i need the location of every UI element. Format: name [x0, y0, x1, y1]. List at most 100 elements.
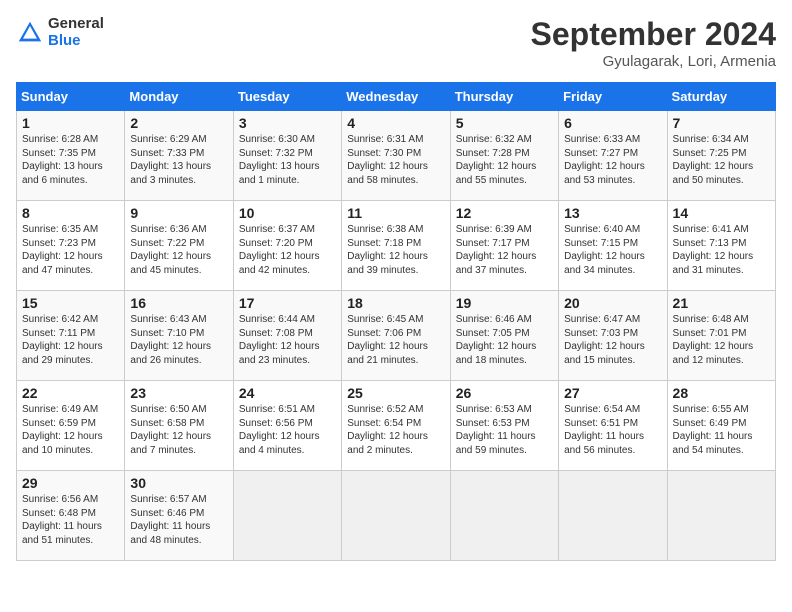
- calendar-day-cell: 2 Sunrise: 6:29 AMSunset: 7:33 PMDayligh…: [125, 111, 233, 201]
- calendar-day-cell: 14 Sunrise: 6:41 AMSunset: 7:13 PMDaylig…: [667, 201, 775, 291]
- day-number: 9: [130, 205, 227, 221]
- calendar-day-cell: 11 Sunrise: 6:38 AMSunset: 7:18 PMDaylig…: [342, 201, 450, 291]
- logo: General Blue: [16, 16, 104, 49]
- day-info: Sunrise: 6:30 AMSunset: 7:32 PMDaylight:…: [239, 134, 320, 186]
- day-number: 22: [22, 385, 119, 401]
- day-number: 10: [239, 205, 336, 221]
- day-number: 5: [456, 115, 553, 131]
- day-info: Sunrise: 6:31 AMSunset: 7:30 PMDaylight:…: [347, 134, 428, 186]
- day-info: Sunrise: 6:36 AMSunset: 7:22 PMDaylight:…: [130, 224, 211, 276]
- day-number: 17: [239, 295, 336, 311]
- day-info: Sunrise: 6:54 AMSunset: 6:51 PMDaylight:…: [564, 404, 644, 456]
- calendar-day-cell: 5 Sunrise: 6:32 AMSunset: 7:28 PMDayligh…: [450, 111, 558, 201]
- day-number: 29: [22, 475, 119, 491]
- calendar-day-cell: 23 Sunrise: 6:50 AMSunset: 6:58 PMDaylig…: [125, 381, 233, 471]
- day-info: Sunrise: 6:51 AMSunset: 6:56 PMDaylight:…: [239, 404, 320, 456]
- calendar-day-cell: 17 Sunrise: 6:44 AMSunset: 7:08 PMDaylig…: [233, 291, 341, 381]
- col-sunday: Sunday: [17, 83, 125, 111]
- day-number: 7: [673, 115, 770, 131]
- day-info: Sunrise: 6:45 AMSunset: 7:06 PMDaylight:…: [347, 314, 428, 366]
- calendar-day-cell: 7 Sunrise: 6:34 AMSunset: 7:25 PMDayligh…: [667, 111, 775, 201]
- day-info: Sunrise: 6:50 AMSunset: 6:58 PMDaylight:…: [130, 404, 211, 456]
- page-header: General Blue September 2024 Gyulagarak, …: [16, 16, 776, 70]
- calendar-day-cell: 15 Sunrise: 6:42 AMSunset: 7:11 PMDaylig…: [17, 291, 125, 381]
- day-info: Sunrise: 6:37 AMSunset: 7:20 PMDaylight:…: [239, 224, 320, 276]
- day-info: Sunrise: 6:46 AMSunset: 7:05 PMDaylight:…: [456, 314, 537, 366]
- day-number: 14: [673, 205, 770, 221]
- day-number: 23: [130, 385, 227, 401]
- calendar-day-cell: 4 Sunrise: 6:31 AMSunset: 7:30 PMDayligh…: [342, 111, 450, 201]
- day-number: 8: [22, 205, 119, 221]
- day-number: 3: [239, 115, 336, 131]
- empty-cell: [450, 471, 558, 561]
- day-number: 24: [239, 385, 336, 401]
- logo-text: General Blue: [48, 16, 104, 49]
- calendar-header-row: Sunday Monday Tuesday Wednesday Thursday…: [17, 83, 776, 111]
- day-info: Sunrise: 6:41 AMSunset: 7:13 PMDaylight:…: [673, 224, 754, 276]
- logo-icon: [16, 19, 44, 47]
- calendar-day-cell: 22 Sunrise: 6:49 AMSunset: 6:59 PMDaylig…: [17, 381, 125, 471]
- day-number: 1: [22, 115, 119, 131]
- calendar-day-cell: 8 Sunrise: 6:35 AMSunset: 7:23 PMDayligh…: [17, 201, 125, 291]
- day-number: 30: [130, 475, 227, 491]
- day-number: 26: [456, 385, 553, 401]
- col-thursday: Thursday: [450, 83, 558, 111]
- day-info: Sunrise: 6:55 AMSunset: 6:49 PMDaylight:…: [673, 404, 753, 456]
- day-info: Sunrise: 6:48 AMSunset: 7:01 PMDaylight:…: [673, 314, 754, 366]
- calendar-day-cell: 19 Sunrise: 6:46 AMSunset: 7:05 PMDaylig…: [450, 291, 558, 381]
- day-info: Sunrise: 6:28 AMSunset: 7:35 PMDaylight:…: [22, 134, 103, 186]
- calendar-day-cell: 10 Sunrise: 6:37 AMSunset: 7:20 PMDaylig…: [233, 201, 341, 291]
- location-text: Gyulagarak, Lori, Armenia: [531, 53, 776, 70]
- day-number: 11: [347, 205, 444, 221]
- day-info: Sunrise: 6:42 AMSunset: 7:11 PMDaylight:…: [22, 314, 103, 366]
- day-number: 15: [22, 295, 119, 311]
- day-number: 2: [130, 115, 227, 131]
- day-info: Sunrise: 6:33 AMSunset: 7:27 PMDaylight:…: [564, 134, 645, 186]
- title-area: September 2024 Gyulagarak, Lori, Armenia: [531, 16, 776, 70]
- calendar-day-cell: 25 Sunrise: 6:52 AMSunset: 6:54 PMDaylig…: [342, 381, 450, 471]
- calendar-day-cell: 12 Sunrise: 6:39 AMSunset: 7:17 PMDaylig…: [450, 201, 558, 291]
- day-number: 25: [347, 385, 444, 401]
- calendar-day-cell: 18 Sunrise: 6:45 AMSunset: 7:06 PMDaylig…: [342, 291, 450, 381]
- calendar-day-cell: 30 Sunrise: 6:57 AMSunset: 6:46 PMDaylig…: [125, 471, 233, 561]
- day-info: Sunrise: 6:56 AMSunset: 6:48 PMDaylight:…: [22, 494, 102, 546]
- calendar-day-cell: 24 Sunrise: 6:51 AMSunset: 6:56 PMDaylig…: [233, 381, 341, 471]
- calendar-day-cell: 6 Sunrise: 6:33 AMSunset: 7:27 PMDayligh…: [559, 111, 667, 201]
- calendar-body: 1 Sunrise: 6:28 AMSunset: 7:35 PMDayligh…: [17, 111, 776, 561]
- month-title: September 2024: [531, 16, 776, 53]
- calendar-day-cell: 16 Sunrise: 6:43 AMSunset: 7:10 PMDaylig…: [125, 291, 233, 381]
- calendar-week-row: 29 Sunrise: 6:56 AMSunset: 6:48 PMDaylig…: [17, 471, 776, 561]
- day-number: 12: [456, 205, 553, 221]
- calendar-day-cell: 29 Sunrise: 6:56 AMSunset: 6:48 PMDaylig…: [17, 471, 125, 561]
- day-number: 28: [673, 385, 770, 401]
- col-monday: Monday: [125, 83, 233, 111]
- day-number: 4: [347, 115, 444, 131]
- day-info: Sunrise: 6:52 AMSunset: 6:54 PMDaylight:…: [347, 404, 428, 456]
- calendar-day-cell: 21 Sunrise: 6:48 AMSunset: 7:01 PMDaylig…: [667, 291, 775, 381]
- calendar-day-cell: 26 Sunrise: 6:53 AMSunset: 6:53 PMDaylig…: [450, 381, 558, 471]
- empty-cell: [667, 471, 775, 561]
- day-info: Sunrise: 6:38 AMSunset: 7:18 PMDaylight:…: [347, 224, 428, 276]
- col-friday: Friday: [559, 83, 667, 111]
- day-number: 21: [673, 295, 770, 311]
- calendar-week-row: 15 Sunrise: 6:42 AMSunset: 7:11 PMDaylig…: [17, 291, 776, 381]
- day-number: 18: [347, 295, 444, 311]
- col-wednesday: Wednesday: [342, 83, 450, 111]
- day-number: 20: [564, 295, 661, 311]
- day-info: Sunrise: 6:47 AMSunset: 7:03 PMDaylight:…: [564, 314, 645, 366]
- empty-cell: [559, 471, 667, 561]
- day-info: Sunrise: 6:43 AMSunset: 7:10 PMDaylight:…: [130, 314, 211, 366]
- day-number: 16: [130, 295, 227, 311]
- col-tuesday: Tuesday: [233, 83, 341, 111]
- day-info: Sunrise: 6:34 AMSunset: 7:25 PMDaylight:…: [673, 134, 754, 186]
- calendar-day-cell: 28 Sunrise: 6:55 AMSunset: 6:49 PMDaylig…: [667, 381, 775, 471]
- day-info: Sunrise: 6:57 AMSunset: 6:46 PMDaylight:…: [130, 494, 210, 546]
- calendar-day-cell: 20 Sunrise: 6:47 AMSunset: 7:03 PMDaylig…: [559, 291, 667, 381]
- calendar-day-cell: 1 Sunrise: 6:28 AMSunset: 7:35 PMDayligh…: [17, 111, 125, 201]
- calendar-day-cell: 27 Sunrise: 6:54 AMSunset: 6:51 PMDaylig…: [559, 381, 667, 471]
- calendar-week-row: 22 Sunrise: 6:49 AMSunset: 6:59 PMDaylig…: [17, 381, 776, 471]
- day-number: 19: [456, 295, 553, 311]
- day-info: Sunrise: 6:53 AMSunset: 6:53 PMDaylight:…: [456, 404, 536, 456]
- day-info: Sunrise: 6:39 AMSunset: 7:17 PMDaylight:…: [456, 224, 537, 276]
- day-info: Sunrise: 6:32 AMSunset: 7:28 PMDaylight:…: [456, 134, 537, 186]
